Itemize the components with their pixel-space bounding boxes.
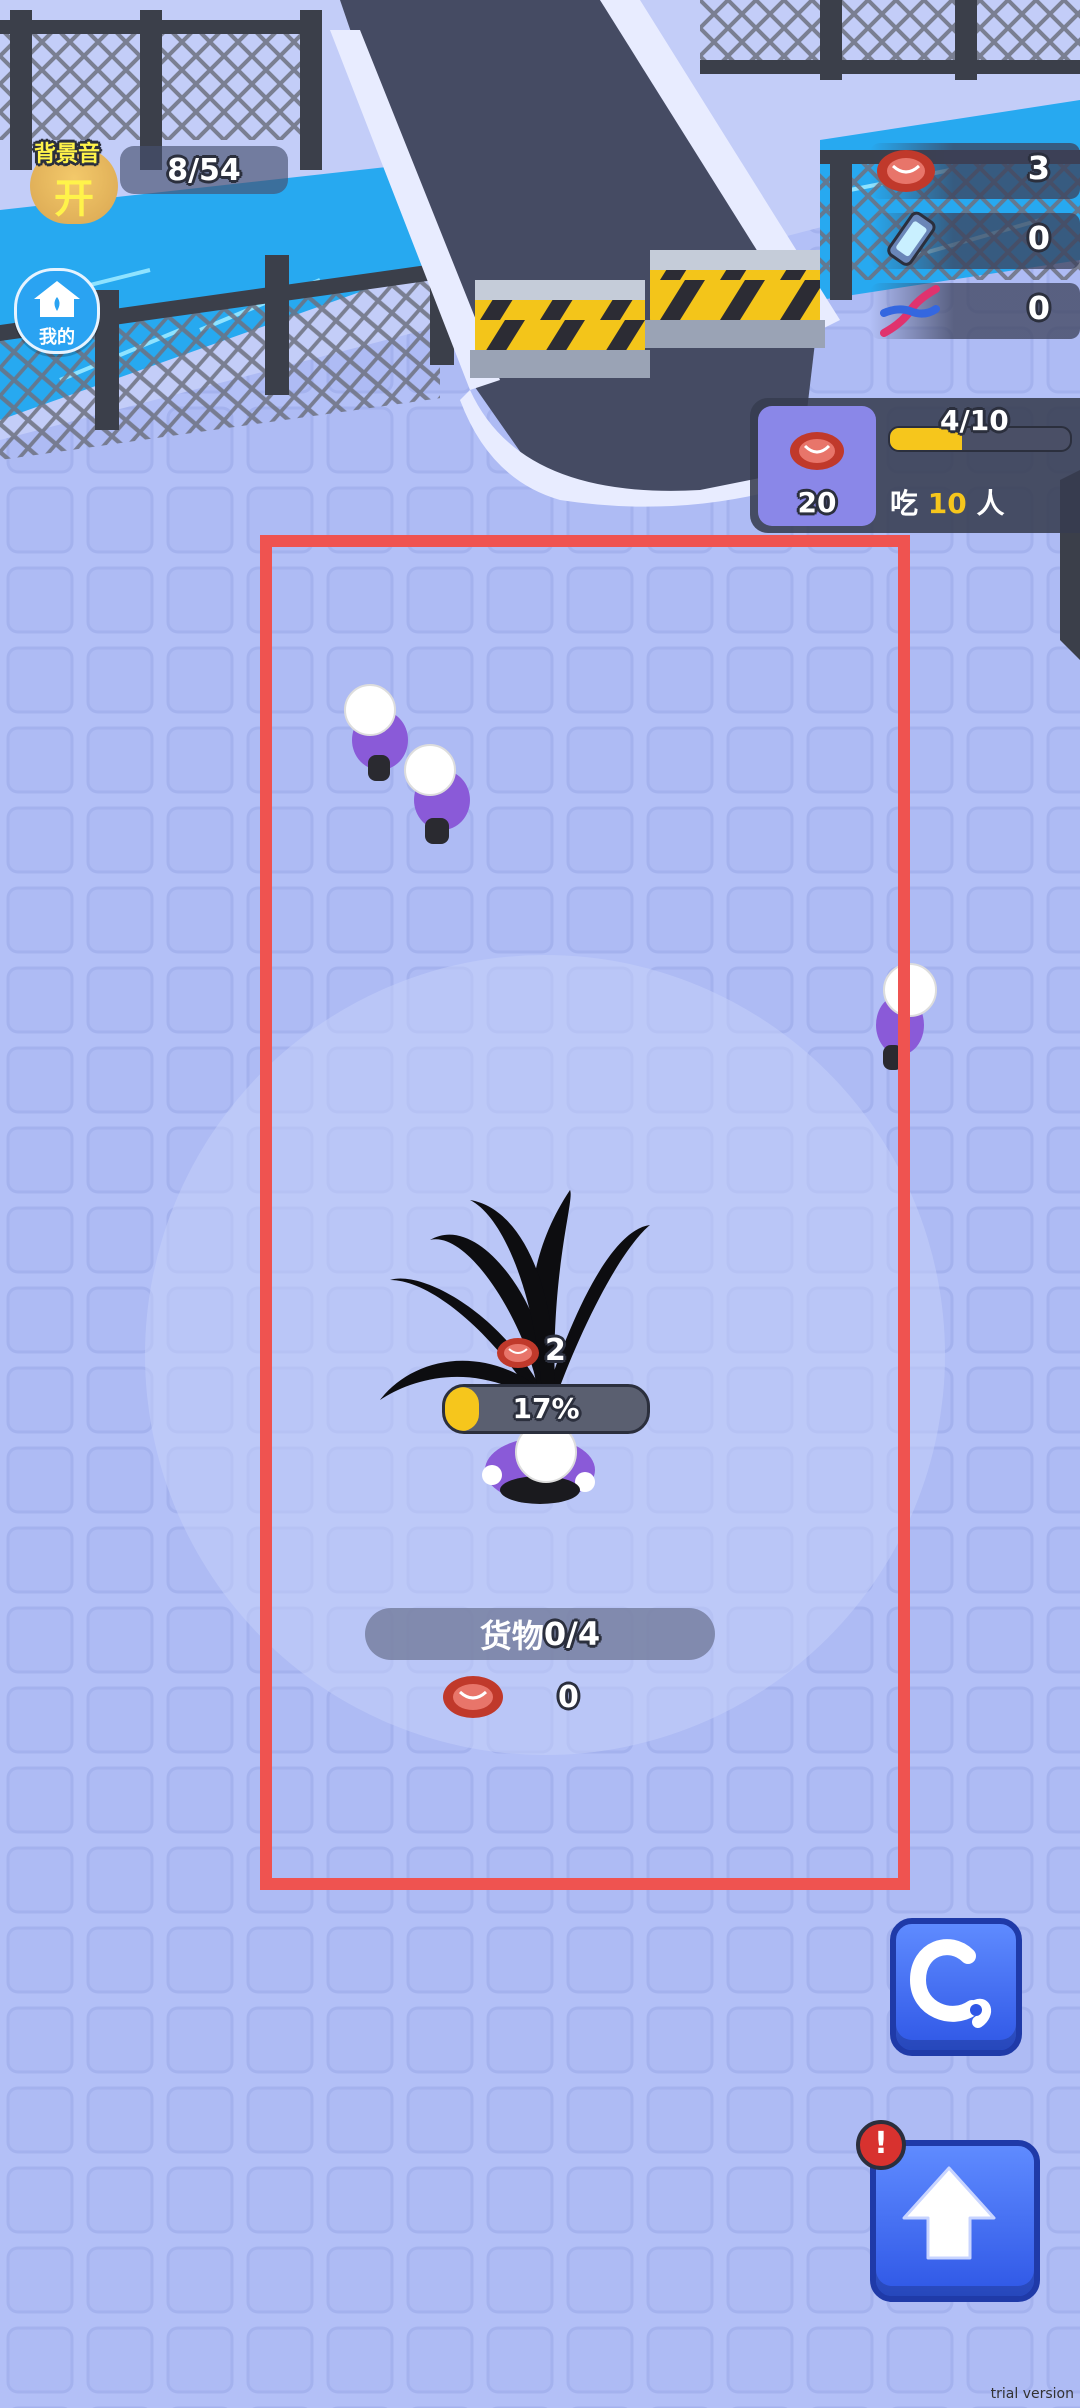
dna-icon [880, 285, 940, 337]
house-icon [34, 281, 80, 317]
skill-button[interactable] [890, 1918, 1022, 2056]
resource-row-meat: 3 [870, 143, 1080, 199]
music-label: 背景音 [34, 142, 101, 167]
alert-icon: ! [874, 2126, 888, 2161]
resource-meat-value: 3 [1027, 149, 1050, 187]
upgrade-alert-badge: ! [856, 2120, 906, 2170]
eat-goal-number: 10 [927, 487, 967, 520]
resource-battery-value: 0 [1027, 219, 1050, 257]
resource-dna-value: 0 [1027, 289, 1050, 327]
population-text: 8/54 [167, 152, 241, 188]
watermark: trial version [990, 2386, 1074, 2402]
eat-goal-suffix: 人 [976, 487, 1005, 520]
home-button[interactable]: 我的 [14, 268, 100, 354]
music-state: 开 [54, 176, 94, 222]
music-toggle[interactable]: 背景音 开 [28, 130, 120, 224]
curl-skill-icon [909, 1939, 992, 2028]
eat-progress-text: 4/10 [940, 404, 1009, 437]
eat-goal: 吃 10 人 [890, 482, 1005, 522]
cargo-count: 0/4 [543, 1615, 601, 1653]
eat-goal-prefix: 吃 [890, 487, 919, 520]
meat-icon [877, 150, 935, 192]
eat-panel: 20 4/10 吃 10 人 [750, 398, 1080, 533]
meat-icon [790, 432, 844, 470]
resource-row-dna: 0 [870, 283, 1080, 339]
cargo-label: 货物 [479, 1617, 544, 1655]
eat-panel-meat-count: 20 [797, 486, 837, 519]
battery-icon [887, 211, 936, 266]
resource-row-battery: 0 [870, 211, 1080, 269]
population-counter: 8/54 [120, 146, 288, 194]
meat-icon [443, 1676, 503, 1718]
eat-panel-meat-box: 20 [758, 406, 876, 526]
cargo-meat-row: 0 [440, 1670, 600, 1726]
cargo-meat-value: 0 [558, 1680, 579, 1715]
cargo-label-pill: 货物 0/4 [365, 1608, 715, 1660]
home-label: 我的 [39, 327, 75, 348]
